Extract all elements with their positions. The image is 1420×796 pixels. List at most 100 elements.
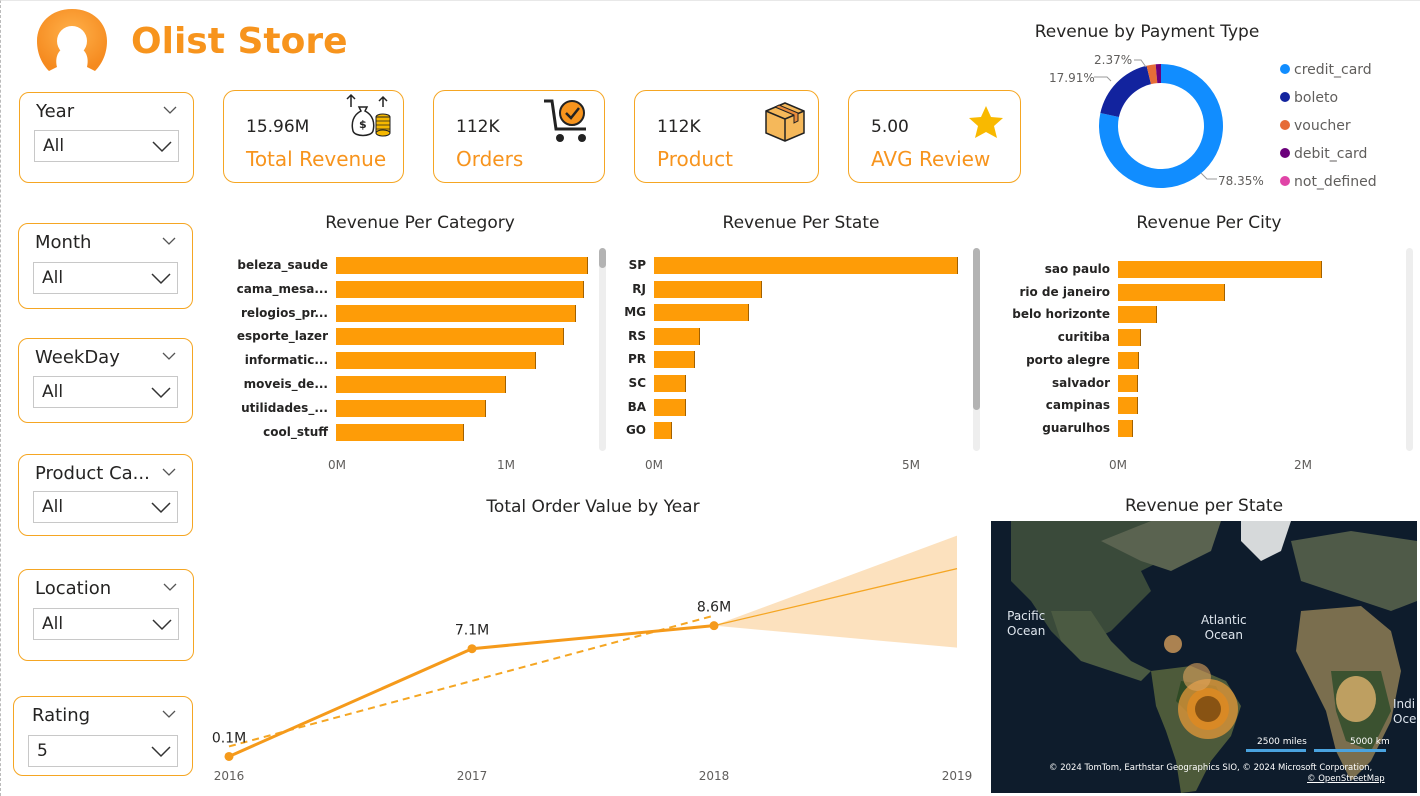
legend-item-voucher[interactable]: voucher — [1280, 118, 1351, 134]
category-bar[interactable] — [336, 257, 588, 274]
legend-dot — [1280, 176, 1290, 186]
chevron-down-icon[interactable] — [162, 707, 176, 721]
kpi-avg-review-value: 5.00 — [871, 117, 909, 137]
city-bar[interactable] — [1118, 374, 1139, 392]
order-value-data-label: 8.6M — [697, 600, 731, 616]
state-bar[interactable] — [654, 422, 673, 440]
map-title: Revenue per State — [1124, 496, 1284, 516]
state-bar[interactable] — [654, 375, 686, 392]
chevron-down-icon[interactable] — [163, 580, 177, 594]
state-label: PR — [627, 352, 646, 367]
category-bar[interactable] — [336, 304, 576, 322]
legend-item-boleto[interactable]: boleto — [1280, 90, 1338, 106]
state-bar[interactable] — [654, 257, 958, 274]
city-bar[interactable] — [1118, 419, 1133, 437]
category-label: informatic... — [244, 353, 328, 368]
dropdown-arrow-icon — [151, 387, 171, 399]
category-bar[interactable] — [336, 328, 564, 346]
city-label: salvador — [1051, 375, 1110, 390]
kpi-total-revenue-value: 15.96M — [246, 117, 310, 137]
state-label: SC — [628, 376, 646, 390]
legend-item-not-defined[interactable]: not_defined — [1280, 174, 1377, 190]
category-axis-max: 1M — [497, 458, 515, 472]
category-bar[interactable] — [336, 280, 584, 298]
box-icon — [765, 102, 805, 142]
order-value-x-tick: 2017 — [457, 769, 488, 783]
state-bar[interactable] — [654, 398, 686, 416]
slicer-location[interactable]: Location All — [18, 569, 194, 661]
legend-label: boleto — [1294, 90, 1339, 106]
city-label: curitiba — [1057, 330, 1110, 345]
slicer-weekday[interactable]: WeekDay All — [18, 338, 193, 423]
slicer-month[interactable]: Month All — [18, 223, 193, 309]
product-category-value: All — [42, 497, 64, 517]
order-value-point[interactable] — [224, 751, 234, 761]
map-label-pacific: Pacific Ocean — [1007, 609, 1046, 638]
state-label: MG — [624, 305, 646, 320]
legend-item-credit-card[interactable]: credit_card — [1280, 62, 1372, 78]
order-value-x-tick: 2016 — [214, 769, 245, 783]
order-value-data-label: 7.1M — [455, 623, 489, 639]
category-label: relogios_pr... — [241, 305, 328, 320]
category-bar[interactable] — [336, 376, 506, 393]
brand-title: Olist Store — [131, 21, 348, 62]
category-scrollbar[interactable] — [599, 248, 606, 451]
year-value: All — [43, 136, 65, 156]
slicer-product-category[interactable]: Product Ca... All — [18, 454, 193, 536]
city-bar[interactable] — [1118, 283, 1226, 301]
dashboard: Olist Store Year All Month All WeekDay A… — [0, 0, 1420, 796]
kpi-orders: 112K Orders — [433, 90, 605, 183]
chevron-down-icon[interactable] — [163, 103, 177, 117]
category-scroll-thumb[interactable] — [599, 248, 606, 268]
city-bar[interactable] — [1118, 261, 1322, 278]
map-scale-miles: 2500 miles — [1257, 737, 1307, 747]
city-bar[interactable] — [1118, 329, 1142, 347]
city-axis-min: 0M — [1109, 458, 1127, 472]
svg-text:$: $ — [359, 118, 367, 131]
kpi-avg-review: 5.00 AVG Review — [848, 90, 1021, 183]
city-bar[interactable] — [1118, 306, 1157, 324]
state-bar[interactable] — [654, 304, 750, 322]
city-bar[interactable] — [1118, 351, 1140, 369]
category-label: moveis_de... — [243, 377, 328, 391]
order-value-point[interactable] — [467, 644, 477, 654]
map-osm-link[interactable]: © OpenStreetMap — [1307, 774, 1385, 784]
location-dropdown[interactable]: All — [33, 608, 179, 640]
state-axis-min: 0M — [645, 458, 663, 472]
month-dropdown[interactable]: All — [33, 262, 178, 294]
chevron-down-icon[interactable] — [162, 349, 176, 363]
city-label: sao paulo — [1044, 262, 1110, 276]
chevron-down-icon[interactable] — [162, 465, 176, 479]
chevron-down-icon[interactable] — [162, 234, 176, 248]
state-bar[interactable] — [654, 351, 696, 369]
order-value-x-tick: 2018 — [699, 769, 730, 783]
state-bar[interactable] — [654, 280, 763, 298]
slicer-year[interactable]: Year All — [19, 92, 194, 183]
kpi-product: 112K Product — [634, 90, 819, 183]
product-category-dropdown[interactable]: All — [33, 491, 178, 523]
state-scrollbar[interactable] — [973, 248, 980, 451]
category-bar[interactable] — [336, 399, 486, 417]
state-scroll-thumb[interactable] — [973, 248, 980, 410]
slicer-product-category-title: Product Ca... — [35, 463, 150, 484]
revenue-map[interactable]: Pacific Ocean Atlantic Ocean Indi Oce 25… — [991, 521, 1417, 793]
payment-chart-title: Revenue by Payment Type — [1034, 22, 1260, 42]
order-value-line-chart[interactable]: 0.1M 7.1M 8.6M 2016 2017 2018 2019 — [201, 521, 981, 791]
category-bar[interactable] — [336, 352, 536, 370]
order-value-point[interactable] — [709, 621, 719, 631]
state-label: SP — [628, 258, 646, 272]
state-bar[interactable] — [654, 327, 700, 345]
city-bar[interactable] — [1118, 397, 1139, 415]
map-scale-km: 5000 km — [1350, 737, 1390, 747]
slicer-location-title: Location — [35, 578, 112, 599]
category-bar[interactable] — [336, 423, 464, 441]
weekday-dropdown[interactable]: All — [33, 376, 178, 408]
category-chart-title: Revenue Per Category — [325, 213, 515, 233]
legend-label: voucher — [1294, 118, 1351, 134]
legend-item-debit-card[interactable]: debit_card — [1280, 146, 1367, 162]
year-dropdown[interactable]: All — [34, 130, 179, 162]
city-scrollbar[interactable] — [1406, 248, 1413, 451]
star-icon — [969, 106, 1003, 138]
rating-dropdown[interactable]: 5 — [28, 735, 178, 767]
slicer-rating[interactable]: Rating 5 — [13, 696, 193, 776]
